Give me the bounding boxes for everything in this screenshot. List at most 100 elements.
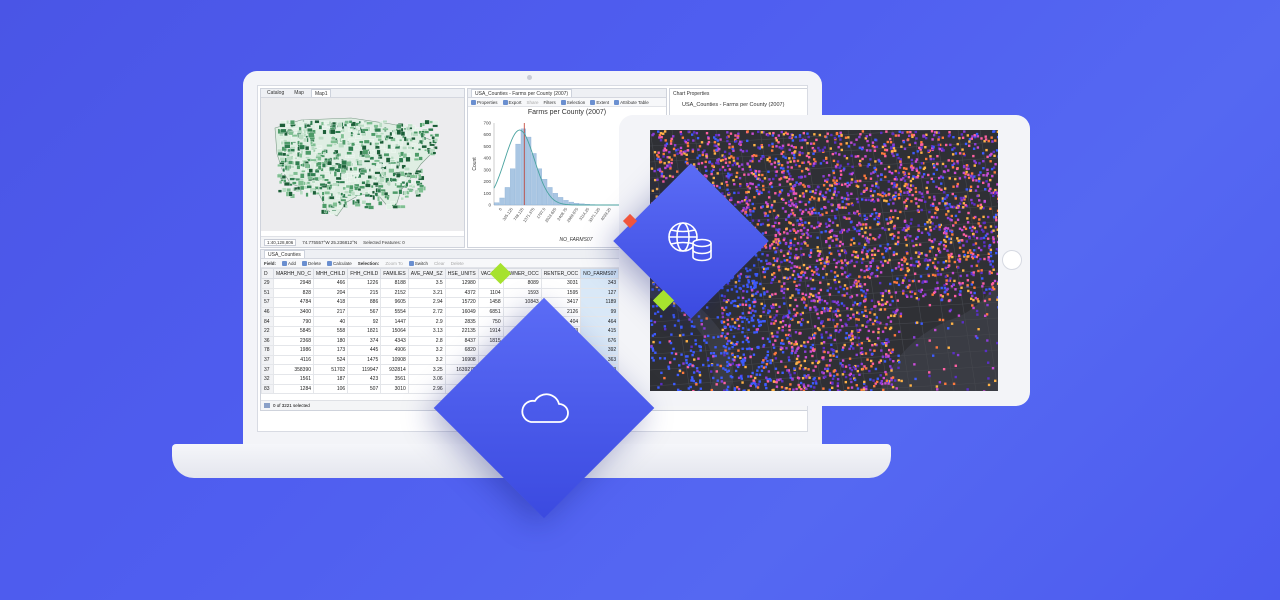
table-cell[interactable]: 2.94 bbox=[407, 297, 446, 308]
table-cell[interactable]: 2.8 bbox=[407, 335, 446, 347]
tablet-home-button[interactable] bbox=[1002, 250, 1022, 270]
export-button[interactable]: Export bbox=[502, 99, 522, 105]
table-cell[interactable]: 4343 bbox=[380, 335, 409, 347]
column-header[interactable]: FAMILIES bbox=[380, 268, 409, 279]
table-cell[interactable]: 423 bbox=[347, 373, 382, 385]
table-cell[interactable]: 464 bbox=[580, 316, 620, 327]
table-cell[interactable]: 32 bbox=[261, 373, 274, 385]
table-cell[interactable]: 358390 bbox=[272, 364, 315, 375]
column-header[interactable]: NO_FARMS07 bbox=[580, 268, 620, 279]
extent-button[interactable]: Extent bbox=[590, 99, 609, 105]
table-cell[interactable]: 3.2 bbox=[407, 354, 446, 366]
tab-chart[interactable]: USA_Counties - Farms per County (2007) bbox=[471, 89, 573, 97]
share-button[interactable]: Share bbox=[527, 100, 539, 105]
table-cell[interactable]: 1104 bbox=[477, 287, 504, 299]
column-header[interactable]: AVE_FAM_SZ bbox=[407, 268, 446, 279]
table-cell[interactable]: 1595 bbox=[540, 287, 582, 299]
table-cell[interactable]: 1561 bbox=[272, 373, 315, 385]
table-cell[interactable]: 1821 bbox=[347, 325, 382, 337]
delete-field-button[interactable]: Delete bbox=[302, 260, 321, 266]
table-cell[interactable]: 46 bbox=[261, 306, 274, 318]
table-cell[interactable]: 567 bbox=[347, 306, 382, 318]
table-cell[interactable]: 16049 bbox=[444, 306, 479, 318]
column-header[interactable]: HSE_UNITS bbox=[444, 268, 479, 279]
table-cell[interactable]: 127 bbox=[580, 287, 620, 299]
switch-button[interactable]: Switch bbox=[408, 260, 428, 266]
column-header[interactable]: MARHH_NO_C bbox=[272, 268, 315, 279]
tab-map1[interactable]: Map1 bbox=[310, 89, 332, 97]
table-cell[interactable]: 1189 bbox=[580, 297, 620, 308]
table-cell[interactable]: 9605 bbox=[380, 297, 409, 308]
zoom-to-button[interactable]: Zoom To bbox=[385, 261, 402, 266]
table-cell[interactable]: 3.13 bbox=[407, 325, 446, 337]
histogram-bar[interactable] bbox=[531, 153, 537, 206]
table-cell[interactable]: 215 bbox=[347, 287, 382, 299]
table-cell[interactable]: 6851 bbox=[477, 306, 504, 318]
tab-map[interactable]: Map bbox=[291, 89, 307, 97]
table-cell[interactable]: 217 bbox=[313, 306, 349, 318]
table-row[interactable]: 29 2948 466 1226 8188 3.5 12980 8089 3031 343 bbox=[261, 278, 620, 289]
table-cell[interactable]: 180 bbox=[313, 335, 349, 347]
table-row[interactable]: 51 828 204 215 2152 3.21 4372 1104 1593 1595 127 bbox=[261, 287, 620, 299]
table-cell[interactable]: 3.25 bbox=[407, 364, 446, 375]
histogram-bar[interactable] bbox=[520, 128, 526, 206]
calculate-field-button[interactable]: Calculate bbox=[327, 260, 352, 266]
table-cell[interactable]: 3.5 bbox=[407, 278, 446, 289]
table-cell[interactable]: 1986 bbox=[272, 345, 315, 356]
table-cell[interactable]: 8089 bbox=[502, 278, 542, 289]
table-cell[interactable]: 84 bbox=[261, 316, 274, 327]
table-cell[interactable]: 2835 bbox=[444, 316, 479, 327]
table-cell[interactable]: 2.9 bbox=[407, 316, 446, 327]
table-cell[interactable]: 828 bbox=[272, 287, 315, 299]
table-row[interactable]: 46 3400 217 567 5554 2.72 16049 6851 2126 99 bbox=[261, 306, 620, 318]
histogram-bar[interactable] bbox=[504, 187, 510, 206]
table-cell[interactable]: 1458 bbox=[477, 297, 504, 308]
table-cell[interactable]: 173 bbox=[313, 345, 349, 356]
table-cell[interactable]: 4372 bbox=[444, 287, 479, 299]
column-header[interactable]: FHH_CHILD bbox=[347, 268, 382, 279]
delete-selection-button[interactable]: Delete bbox=[451, 261, 464, 266]
table-cell[interactable]: 3400 bbox=[272, 306, 315, 318]
table-cell[interactable]: 187 bbox=[313, 373, 349, 385]
table-cell[interactable]: 343 bbox=[580, 278, 620, 289]
table-cell[interactable]: 2.72 bbox=[407, 306, 446, 318]
table-cell[interactable]: 40 bbox=[313, 316, 349, 327]
table-cell[interactable]: 3561 bbox=[380, 373, 409, 385]
table-cell[interactable]: 1447 bbox=[380, 316, 409, 327]
column-header[interactable]: RENTER_OCC bbox=[540, 268, 582, 279]
table-cell[interactable]: 51702 bbox=[313, 364, 349, 375]
table-cell[interactable]: 15720 bbox=[444, 297, 479, 308]
table-cell[interactable]: 1475 bbox=[347, 354, 382, 366]
selection-button[interactable]: Selection bbox=[560, 99, 585, 105]
tab-usa-counties[interactable]: USA_Counties bbox=[264, 250, 305, 258]
table-cell[interactable]: 2368 bbox=[272, 335, 315, 347]
table-cell[interactable]: 4906 bbox=[380, 345, 409, 356]
table-cell[interactable]: 3.06 bbox=[407, 373, 446, 385]
histogram-bar[interactable] bbox=[510, 168, 516, 206]
table-cell[interactable]: 886 bbox=[347, 297, 382, 308]
table-cell[interactable]: 3010 bbox=[380, 383, 409, 395]
properties-button[interactable]: Properties bbox=[471, 99, 498, 105]
table-cell[interactable]: 8188 bbox=[380, 278, 409, 289]
table-cell[interactable]: 3031 bbox=[540, 278, 582, 289]
table-cell[interactable]: 15064 bbox=[380, 325, 409, 337]
scale-select[interactable]: 1:40,128,806 bbox=[264, 238, 297, 246]
table-cell[interactable]: 507 bbox=[347, 383, 382, 395]
table-cell[interactable]: 37 bbox=[261, 364, 274, 375]
table-cell[interactable]: 1284 bbox=[272, 383, 315, 395]
table-cell[interactable]: 374 bbox=[347, 335, 382, 347]
table-cell[interactable]: 78 bbox=[261, 345, 274, 356]
attribute-table-button[interactable]: Attribute Table bbox=[614, 99, 649, 105]
table-cell[interactable]: 99 bbox=[580, 306, 620, 318]
table-cell[interactable]: 790 bbox=[272, 316, 315, 327]
table-cell[interactable]: 524 bbox=[313, 354, 349, 366]
histogram-bar[interactable] bbox=[494, 202, 500, 206]
table-cell[interactable]: 4116 bbox=[272, 354, 315, 366]
table-cell[interactable]: 3.2 bbox=[407, 345, 446, 356]
table-cell[interactable]: 2152 bbox=[380, 287, 409, 299]
table-cell[interactable]: 418 bbox=[313, 297, 349, 308]
table-cell[interactable]: 37 bbox=[261, 354, 274, 366]
table-cell[interactable]: 4784 bbox=[272, 297, 315, 308]
table-cell[interactable]: 750 bbox=[477, 316, 504, 327]
table-cell[interactable]: 92 bbox=[347, 316, 382, 327]
